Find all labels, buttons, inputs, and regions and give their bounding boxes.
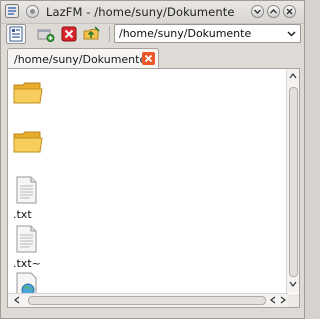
chevron-down-icon (254, 9, 261, 14)
list-view-icon (9, 26, 23, 42)
close-window-button[interactable] (283, 5, 296, 18)
tab-close-button[interactable] (142, 52, 155, 65)
file-name: .txt~ (13, 257, 41, 270)
go-up-button[interactable] (82, 24, 102, 44)
app-icon[interactable] (5, 4, 19, 18)
file-item[interactable] (13, 130, 53, 160)
chevron-up-icon (270, 9, 277, 14)
maximize-button[interactable] (267, 5, 280, 18)
file-item[interactable]: .txt (13, 176, 53, 221)
tab-label: /home/suny/Dokumente (14, 53, 147, 66)
text-file-icon (16, 176, 37, 204)
scrollbar-corner (287, 294, 299, 307)
close-icon (61, 26, 77, 42)
file-item[interactable] (13, 81, 53, 111)
scroll-left-arrow-icon[interactable] (269, 296, 277, 307)
file-list-panel[interactable]: .txt .txt~ (7, 68, 300, 308)
close-tab-button[interactable] (59, 24, 79, 44)
scroll-left-arrow-icon[interactable] (13, 296, 21, 307)
close-icon (144, 54, 153, 63)
path-combobox-value: /home/suny/Dokumente (119, 27, 252, 40)
file-name: .txt (13, 208, 32, 221)
horizontal-scroll-thumb[interactable] (28, 296, 266, 305)
globe-file-icon (16, 272, 37, 294)
horizontal-scrollbar[interactable] (8, 293, 288, 307)
vertical-scroll-thumb[interactable] (289, 87, 298, 277)
folder-icon (13, 131, 43, 153)
app-window: LazFM - /home/suny/Dokumente /home/suny/… (0, 0, 305, 319)
file-item[interactable] (13, 272, 53, 294)
chevron-down-icon[interactable] (286, 28, 297, 39)
folder-icon (13, 82, 43, 104)
window-menu-button[interactable] (26, 5, 39, 18)
close-icon (286, 8, 293, 15)
window-title: LazFM - /home/suny/Dokumente (46, 5, 235, 19)
view-mode-button[interactable] (6, 24, 26, 44)
scroll-right-arrow-icon[interactable] (279, 296, 287, 307)
new-tab-button[interactable] (36, 24, 56, 44)
vertical-scrollbar[interactable] (286, 69, 299, 293)
path-combobox[interactable]: /home/suny/Dokumente (114, 24, 301, 43)
file-item[interactable]: .txt~ (13, 225, 53, 270)
tab-dokumente[interactable]: /home/suny/Dokumente (7, 48, 159, 69)
scroll-up-arrow-icon[interactable] (289, 72, 297, 83)
toolbar: /home/suny/Dokumente (1, 23, 304, 45)
new-window-icon (37, 29, 55, 42)
folder-up-icon (83, 26, 100, 40)
tab-bar: /home/suny/Dokumente (1, 46, 304, 69)
toolbar-separator (109, 26, 110, 42)
title-bar[interactable]: LazFM - /home/suny/Dokumente (1, 1, 304, 24)
minimize-button[interactable] (251, 5, 264, 18)
text-file-icon (16, 225, 37, 253)
scroll-down-arrow-icon[interactable] (289, 280, 297, 291)
